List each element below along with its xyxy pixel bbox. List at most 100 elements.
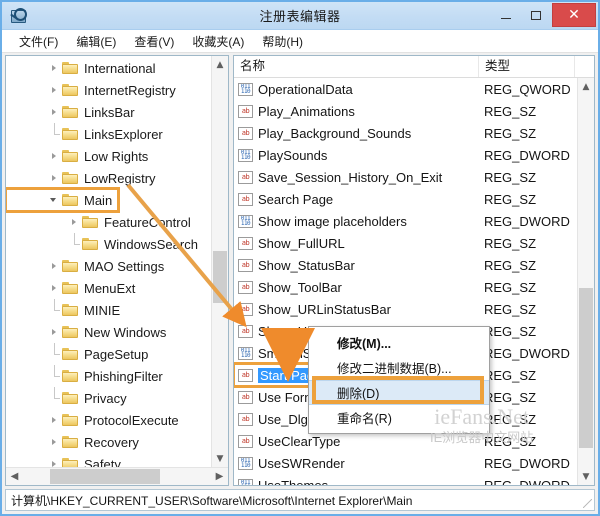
binary-value-icon: 011110 — [238, 456, 253, 470]
tree-node-linksexplorer[interactable]: LinksExplorer — [6, 123, 210, 145]
expander-closed-icon[interactable] — [48, 255, 62, 277]
tree-node-international[interactable]: International — [6, 57, 210, 79]
string-value-icon: ab — [238, 390, 253, 404]
value-type: REG_SZ — [484, 279, 537, 295]
binary-value-icon: 011110 — [238, 214, 253, 228]
table-row[interactable]: 011110 UseThemes REG_DWORD — [234, 474, 577, 485]
folder-icon — [62, 303, 79, 317]
table-row[interactable]: ab Show_ToolBar REG_SZ — [234, 276, 577, 298]
tree-node-label: WindowsSearch — [104, 236, 198, 252]
tree-node-label: Low Rights — [84, 148, 149, 164]
table-row[interactable]: 011 110 UseSWRender REG_DWORD — [234, 452, 577, 474]
menu-view[interactable]: 查看(V) — [125, 31, 183, 52]
list-scroll-up-icon[interactable]: ▲ — [578, 78, 594, 95]
registry-tree-pane: International InternetRegistry LinksBar Lin… — [5, 55, 229, 486]
tree-node-recovery[interactable]: Recovery — [6, 431, 210, 453]
expander-closed-icon[interactable] — [48, 145, 62, 167]
tree-node-menuext[interactable]: MenuExt — [6, 277, 210, 299]
scroll-down-icon[interactable]: ▼ — [212, 450, 228, 467]
ctx-delete[interactable]: 删除(D) — [309, 380, 489, 405]
string-value-icon: ab — [238, 236, 253, 250]
ctx-modify[interactable]: 修改(M)... — [309, 330, 489, 355]
tree-node-main[interactable]: Main — [6, 187, 120, 213]
tree-node-safety[interactable]: Safety — [6, 453, 210, 467]
table-row[interactable]: 011 110 PlaySounds REG_DWORD — [234, 144, 577, 166]
value-type: REG_SZ — [484, 389, 537, 405]
tree-scroll-area: International InternetRegistry LinksBar Lin… — [6, 56, 228, 467]
table-row[interactable]: ab Save_Session_History_On_Exit REG_SZ — [234, 166, 577, 188]
tree-node-privacy[interactable]: Privacy — [6, 387, 210, 409]
folder-icon — [62, 193, 79, 207]
context-menu[interactable]: 修改(M)... 修改二进制数据(B)... 删除(D) 重命名(R) — [308, 326, 490, 434]
tree-node-internetregistry[interactable]: InternetRegistry — [6, 79, 210, 101]
registry-tree[interactable]: International InternetRegistry LinksBar Lin… — [6, 57, 210, 467]
tree-node-label: LowRegistry — [84, 170, 156, 186]
tree-line-icon — [48, 299, 62, 321]
value-name-cell: Show_FullURL — [258, 236, 484, 251]
tree-node-label: Safety — [84, 456, 121, 468]
expander-closed-icon[interactable] — [48, 79, 62, 101]
ctx-modify-binary[interactable]: 修改二进制数据(B)... — [309, 355, 489, 380]
ctx-rename[interactable]: 重命名(R) — [309, 405, 489, 430]
menu-help[interactable]: 帮助(H) — [253, 31, 312, 52]
tree-node-minie[interactable]: MINIE — [6, 299, 210, 321]
tree-node-label: LinksExplorer — [84, 126, 163, 142]
expander-closed-icon[interactable] — [48, 453, 62, 467]
tree-hscroll-thumb[interactable] — [50, 469, 160, 484]
tree-node-phishingfilter[interactable]: PhishingFilter — [6, 365, 210, 387]
scroll-up-icon[interactable]: ▲ — [212, 56, 228, 73]
tree-node-lowregistry[interactable]: LowRegistry — [6, 167, 210, 189]
scroll-right-icon[interactable]: ▶ — [211, 468, 228, 484]
table-row[interactable]: ab Show_FullURL REG_SZ — [234, 232, 577, 254]
title-bar[interactable]: 注册表编辑器 ✕ — [2, 2, 598, 30]
string-value-icon: ab — [238, 324, 253, 338]
value-name-cell: PlaySounds — [258, 148, 484, 163]
expander-closed-icon[interactable] — [48, 431, 62, 453]
value-name-cell: Show_StatusBar — [258, 258, 484, 273]
expander-closed-icon[interactable] — [48, 321, 62, 343]
expander-closed-icon[interactable] — [48, 409, 62, 431]
resize-grip-icon[interactable] — [583, 499, 592, 508]
table-row[interactable]: ab Show_URLinStatusBar REG_SZ — [234, 298, 577, 320]
value-type: REG_SZ — [484, 323, 537, 339]
expander-open-icon[interactable] — [48, 189, 62, 211]
expander-closed-icon[interactable] — [48, 101, 62, 123]
string-value-icon: ab — [238, 368, 253, 382]
tree-node-low-rights[interactable]: Low Rights — [6, 145, 210, 167]
list-vertical-scrollbar[interactable]: ▲ ▼ — [577, 78, 594, 485]
table-row[interactable]: 011 110 OperationalData REG_QWORD — [234, 78, 577, 100]
list-scroll-down-icon[interactable]: ▼ — [578, 468, 594, 485]
column-header-name[interactable]: 名称 — [234, 56, 479, 77]
table-row[interactable]: ab Show_StatusBar REG_SZ — [234, 254, 577, 276]
tree-horizontal-scrollbar[interactable]: ◀ ▶ — [6, 467, 228, 485]
menu-file[interactable]: 文件(F) — [10, 31, 67, 52]
menu-favorites[interactable]: 收藏夹(A) — [183, 31, 253, 52]
table-row[interactable]: ab Search Page REG_SZ — [234, 188, 577, 210]
expander-closed-icon[interactable] — [48, 167, 62, 189]
tree-node-pagesetup[interactable]: PageSetup — [6, 343, 210, 365]
value-name-cell: Save_Session_History_On_Exit — [258, 170, 484, 185]
window-title: 注册表编辑器 — [259, 9, 341, 24]
content-area: International InternetRegistry LinksBar Lin… — [2, 53, 598, 486]
tree-node-protocolexecute[interactable]: ProtocolExecute — [6, 409, 210, 431]
menu-edit[interactable]: 编辑(E) — [67, 31, 125, 52]
expander-closed-icon[interactable] — [48, 57, 62, 79]
table-row[interactable]: ab Play_Animations REG_SZ — [234, 100, 577, 122]
tree-scroll-thumb[interactable] — [213, 251, 227, 303]
column-header-type[interactable]: 类型 — [479, 56, 575, 77]
expander-closed-icon[interactable] — [48, 277, 62, 299]
value-name: Show_FullURL — [258, 235, 345, 251]
tree-vertical-scrollbar[interactable]: ▲ ▼ — [211, 56, 228, 467]
tree-node-featurecontrol[interactable]: FeatureControl — [6, 211, 210, 233]
tree-node-mao-settings[interactable]: MAO Settings — [6, 255, 210, 277]
ctx-delete-label: 删除(D) — [337, 387, 380, 401]
column-header-data[interactable] — [575, 56, 594, 77]
table-row[interactable]: 011 110 Show image placeholders REG_DWORD — [234, 210, 577, 232]
tree-node-windowssearch[interactable]: WindowsSearch — [6, 233, 210, 255]
expander-closed-icon[interactable] — [68, 211, 82, 233]
tree-node-linksbar[interactable]: LinksBar — [6, 101, 210, 123]
tree-node-new-windows[interactable]: New Windows — [6, 321, 210, 343]
folder-icon — [82, 215, 99, 229]
scroll-left-icon[interactable]: ◀ — [6, 468, 23, 484]
table-row[interactable]: ab Play_Background_Sounds REG_SZ — [234, 122, 577, 144]
